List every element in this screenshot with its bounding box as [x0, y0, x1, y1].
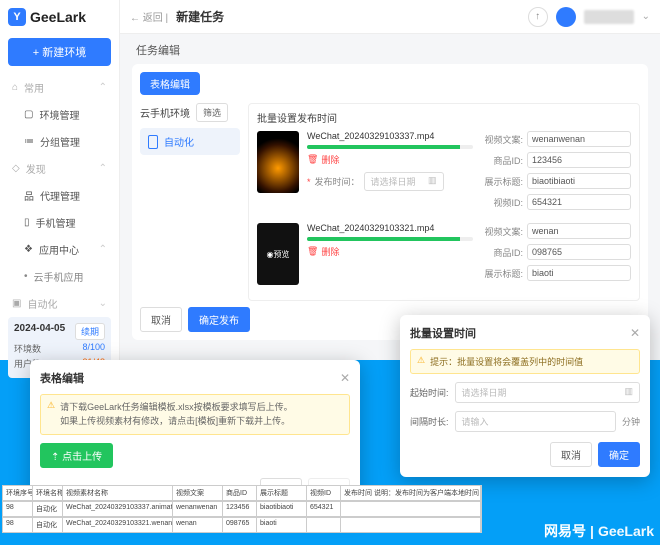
content: 任务编辑 表格编辑 云手机环境筛选 自动化 批量设置发布时间 WeC — [120, 34, 660, 360]
filter-button[interactable]: 筛选 — [196, 103, 228, 122]
file-name: WeChat_20240329103337.mp4 — [307, 131, 473, 141]
progress-bar: ● — [307, 237, 473, 241]
nav-group-auto[interactable]: ▣自动化⌄ — [4, 290, 115, 317]
modal-batch-time: 批量设置时间✕ ⚠提示：批量设置将会覆盖列中的时间值 起始时间:请选择日期▥ 间… — [400, 315, 650, 477]
video-thumb[interactable] — [257, 131, 299, 193]
delete-button[interactable]: 🗑删除 — [307, 245, 473, 258]
table-header: 视频素材名称 — [63, 486, 173, 500]
table-header: 视频ID — [307, 486, 341, 500]
table-header: 发布时间 说明：发布时间为客户端本地时间，需要时请确保时区设置。2024-03-… — [341, 486, 481, 500]
page-title: 新建任务 — [176, 8, 224, 25]
cancel-button[interactable]: 取消 — [140, 307, 182, 332]
nav-cloud-app[interactable]: •云手机应用 — [4, 263, 115, 290]
sub-date: 2024-04-05 — [14, 323, 65, 340]
calendar-icon: ▥ — [624, 386, 633, 399]
watermark: 网易号|GeeLark — [544, 521, 654, 541]
app-window: Y GeeLark + 新建环境 ⌂常用⌃ ▢环境管理 ≔分组管理 ◇发现⌃ 品… — [0, 0, 660, 360]
confirm-publish-button[interactable]: 确定发布 — [188, 307, 250, 332]
back-link[interactable]: ← 返回 | — [130, 9, 168, 24]
start-time-input[interactable]: 请选择日期▥ — [455, 382, 640, 403]
spreadsheet: 环境序号环境名称视频素材名称视频文案商品ID展示标题视频ID发布时间 说明：发布… — [2, 485, 482, 533]
batch-panel: 批量设置发布时间 WeChat_20240329103337.mp4 ● 🗑删除… — [248, 103, 640, 301]
title-input[interactable]: biaotibiaoti — [527, 173, 631, 189]
env-auto-row[interactable]: 自动化 — [140, 128, 240, 155]
trash-icon: 🗑 — [307, 154, 318, 165]
section-title: 任务编辑 — [132, 42, 648, 58]
dropdown-icon[interactable]: ⌄ — [642, 11, 650, 22]
product-id-input[interactable]: 123456 — [527, 152, 631, 168]
logo[interactable]: Y GeeLark — [0, 0, 119, 34]
product-id-input[interactable]: 098765 — [527, 244, 631, 260]
table-header-row: 环境序号环境名称视频素材名称视频文案商品ID展示标题视频ID发布时间 说明：发布… — [2, 485, 482, 501]
video-thumb[interactable]: ◉ 预览 — [257, 223, 299, 285]
interval-input[interactable]: 请输入 — [455, 411, 616, 432]
table-header: 展示标题 — [257, 486, 307, 500]
nav-group-manage[interactable]: ≔分组管理 — [4, 128, 115, 155]
table-row[interactable]: 98自动化WeChat_20240329103337.animationwena… — [2, 501, 482, 517]
logo-text: GeeLark — [30, 9, 86, 25]
table-row[interactable]: 98自动化WeChat_20240329103321.wenanwenan098… — [2, 517, 482, 533]
sidebar: Y GeeLark + 新建环境 ⌂常用⌃ ▢环境管理 ≔分组管理 ◇发现⌃ 品… — [0, 0, 120, 360]
new-environment-button[interactable]: + 新建环境 — [8, 38, 111, 66]
video-row: WeChat_20240329103337.mp4 ● 🗑删除 *发布时间：请选… — [257, 131, 631, 215]
nav-group-common[interactable]: ⌂常用⌃ — [4, 74, 115, 101]
topbar: ← 返回 | 新建任务 ↑ ⌄ — [120, 0, 660, 34]
wenan-input[interactable]: wenan — [527, 223, 631, 239]
video-id-input[interactable]: 654321 — [527, 194, 631, 210]
modal-ok-button[interactable]: 确定 — [598, 442, 640, 467]
close-icon[interactable]: ✕ — [630, 326, 640, 340]
nav-proxy[interactable]: 品代理管理 — [4, 182, 115, 209]
warning-banner: ⚠提示：批量设置将会覆盖列中的时间值 — [410, 349, 640, 374]
user-name-blur — [584, 10, 634, 24]
table-header: 商品ID — [223, 486, 257, 500]
tab-table-edit[interactable]: 表格编辑 — [140, 72, 200, 95]
title-input[interactable]: biaoti — [527, 265, 631, 281]
nav-app-center[interactable]: ❖应用中心⌃ — [4, 236, 115, 263]
video-row: ◉ 预览 WeChat_20240329103321.mp4 ● 🗑删除 视频文… — [257, 223, 631, 286]
nav: ⌂常用⌃ ▢环境管理 ≔分组管理 ◇发现⌃ 品代理管理 ▯手机管理 ❖应用中心⌃… — [0, 74, 119, 317]
env-column: 云手机环境筛选 自动化 — [140, 103, 240, 301]
nav-env-manage[interactable]: ▢环境管理 — [4, 101, 115, 128]
renew-button[interactable]: 续期 — [75, 323, 105, 340]
batch-title: 批量设置发布时间 — [257, 110, 631, 125]
progress-bar: ● — [307, 145, 473, 149]
modal-title: 表格编辑 — [40, 370, 84, 386]
warning-icon: ⚠ — [417, 355, 425, 368]
table-header: 视频文案 — [173, 486, 223, 500]
file-name: WeChat_20240329103321.mp4 — [307, 223, 473, 233]
trash-icon: 🗑 — [307, 246, 318, 257]
table-header: 环境名称 — [33, 486, 63, 500]
warning-icon: ⚠ — [47, 400, 55, 429]
logo-icon: Y — [8, 8, 26, 26]
publish-date-input[interactable]: 请选择日期▥ — [364, 172, 444, 191]
nav-phone[interactable]: ▯手机管理 — [4, 209, 115, 236]
calendar-icon: ▥ — [428, 175, 437, 188]
env-head: 云手机环境 — [140, 105, 190, 120]
main: ← 返回 | 新建任务 ↑ ⌄ 任务编辑 表格编辑 云手机环境筛选 自动化 — [120, 0, 660, 360]
nav-group-discover[interactable]: ◇发现⌃ — [4, 155, 115, 182]
warning-banner: ⚠ 请下载GeeLark任务编辑模板.xlsx按模板要求填写后上传。如果上传视频… — [40, 394, 350, 435]
delete-button[interactable]: 🗑删除 — [307, 153, 473, 166]
modal-cancel-button[interactable]: 取消 — [550, 442, 592, 467]
avatar[interactable] — [556, 7, 576, 27]
upload-icon[interactable]: ↑ — [528, 7, 548, 27]
upload-button[interactable]: ⇡ 点击上传 — [40, 443, 113, 468]
modal-title: 批量设置时间 — [410, 325, 476, 341]
table-header: 环境序号 — [3, 486, 33, 500]
wenan-input[interactable]: wenanwenan — [527, 131, 631, 147]
close-icon[interactable]: ✕ — [340, 371, 350, 385]
card: 表格编辑 云手机环境筛选 自动化 批量设置发布时间 WeChat_2024032… — [132, 64, 648, 340]
phone-icon — [148, 135, 158, 149]
